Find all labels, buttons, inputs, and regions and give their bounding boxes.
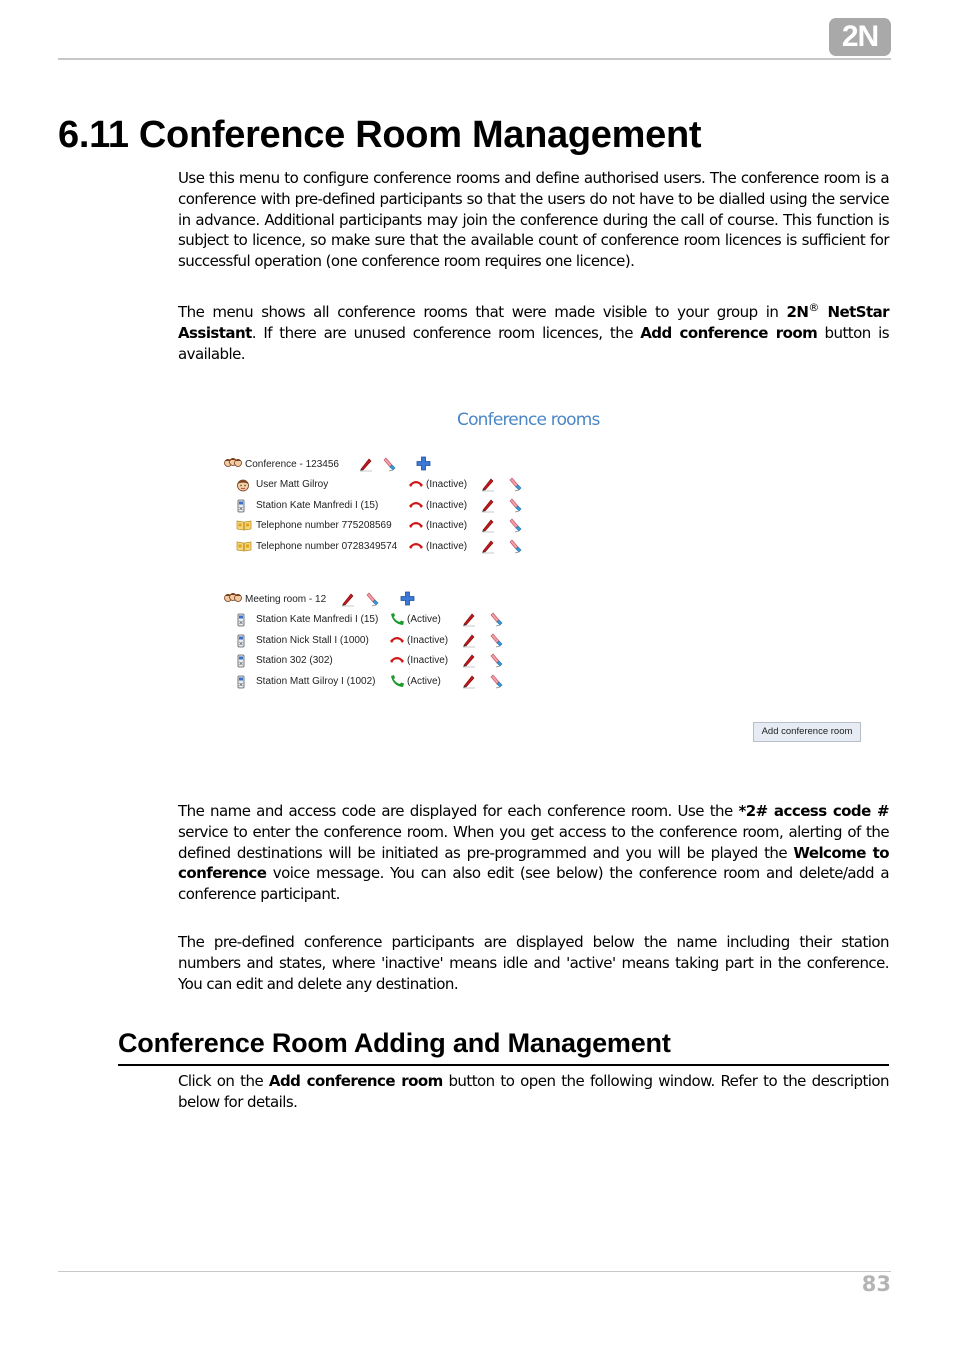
body-paragraph-1: The name and access code are displayed f… <box>178 801 890 905</box>
participant-row: Station 302 (302) (Inactive) <box>178 651 578 671</box>
delete-icon[interactable] <box>509 476 525 492</box>
delete-icon[interactable] <box>366 591 382 607</box>
group-icon <box>224 592 242 606</box>
text: voice message. You can also edit (see be… <box>178 864 890 904</box>
participant-label: Station Kate Manfredi I (15) <box>256 499 379 511</box>
add-participant-icon[interactable] <box>400 591 415 606</box>
participant-label: Station Nick Stall I (1000) <box>256 634 369 646</box>
delete-icon[interactable] <box>509 538 525 554</box>
button-reference: Add conference room <box>268 1072 443 1090</box>
delete-icon[interactable] <box>490 673 506 689</box>
edit-icon[interactable] <box>461 611 477 627</box>
text: . If there are unused conference room li… <box>251 323 641 342</box>
participant-label: Telephone number 0728349574 <box>256 541 398 553</box>
edit-icon[interactable] <box>461 652 477 668</box>
page-number: 83 <box>861 1272 891 1296</box>
group-icon <box>224 457 242 471</box>
page-title: 6.11 Conference Room Management <box>58 114 702 156</box>
participant-label: Station 302 (302) <box>256 655 333 667</box>
delete-icon[interactable] <box>490 611 506 627</box>
text: Click on the <box>178 1072 269 1090</box>
participant-row: Station Kate Manfredi I (15) (Active) <box>178 610 578 630</box>
text: The name and access code are displayed f… <box>178 802 739 820</box>
edit-icon[interactable] <box>480 517 496 533</box>
edit-icon[interactable] <box>461 632 477 648</box>
edit-icon[interactable] <box>340 591 356 607</box>
participant-state: (Active) <box>407 614 441 625</box>
participant-row: User Matt Gilroy (Inactive) <box>178 475 578 495</box>
participant-state: (Inactive) <box>407 655 449 667</box>
phone-hangup-icon <box>389 635 405 645</box>
participant-label: Station Kate Manfredi I (15) <box>256 614 379 625</box>
section-paragraph: Click on the Add conference room button … <box>178 1071 890 1113</box>
section-heading-rule <box>118 1064 889 1066</box>
access-code-service: *2# access code # <box>738 802 889 820</box>
user-icon <box>236 478 250 492</box>
participant-label: Station Matt Gilroy I (1002) <box>256 676 376 688</box>
phone-hangup-icon <box>389 655 405 665</box>
phone-active-icon <box>389 612 405 626</box>
delete-icon[interactable] <box>509 517 525 533</box>
conference-room-name[interactable]: Conference - 123456 <box>245 455 339 475</box>
station-icon <box>236 499 246 513</box>
intro-paragraph-2: The menu shows all conference rooms that… <box>178 301 890 364</box>
station-icon <box>236 613 246 627</box>
participant-row: Station Kate Manfredi I (15) (Inactive) <box>178 496 578 516</box>
phone-hangup-icon <box>408 479 424 489</box>
phone-active-icon <box>389 674 405 688</box>
footer-divider <box>58 1271 891 1272</box>
header-divider <box>58 58 891 60</box>
delete-icon[interactable] <box>490 632 506 648</box>
delete-icon[interactable] <box>383 456 399 472</box>
edit-icon[interactable] <box>480 476 496 492</box>
conference-rooms-title: Conference rooms <box>457 410 600 430</box>
participant-row: Telephone number 775208569 (Inactive) <box>178 516 578 536</box>
text: service to enter the conference room. Wh… <box>178 822 890 862</box>
add-conference-room-button[interactable]: Add conference room <box>753 722 861 742</box>
intro-paragraph-1: Use this menu to configure conference ro… <box>178 169 890 271</box>
phone-hangup-icon <box>408 520 424 530</box>
section-heading: Conference Room Adding and Management <box>118 1028 671 1058</box>
participant-state: (Inactive) <box>426 499 468 511</box>
participant-label: Telephone number 775208569 <box>256 520 392 532</box>
body-paragraph-2: The pre-defined conference participants … <box>178 933 890 993</box>
conference-room-header: Meeting room - 12 <box>178 590 578 610</box>
brand-name: 2N <box>786 303 809 321</box>
edit-icon[interactable] <box>480 538 496 554</box>
delete-icon[interactable] <box>509 497 525 513</box>
station-icon <box>236 654 246 668</box>
participant-row: Station Matt Gilroy I (1002) (Active) <box>178 672 578 692</box>
conference-room-header: Conference - 123456 <box>178 455 578 475</box>
edit-icon[interactable] <box>358 456 374 472</box>
phone-hangup-icon <box>408 541 424 551</box>
participant-row: Station Nick Stall I (1000) (Inactive) <box>178 631 578 651</box>
text: The menu shows all conference rooms that… <box>178 303 787 321</box>
conference-rooms-screenshot: Conference rooms Conference - 123456 User… <box>178 395 889 765</box>
participant-state: (Active) <box>407 676 441 688</box>
participant-state: (Inactive) <box>407 634 449 646</box>
phonebook-icon <box>236 519 252 531</box>
brand-logo: 2N <box>829 18 891 56</box>
participant-label: User Matt Gilroy <box>256 479 329 490</box>
participant-state: (Inactive) <box>426 520 468 532</box>
edit-icon[interactable] <box>480 497 496 513</box>
phone-hangup-icon <box>408 500 424 510</box>
conference-room-name[interactable]: Meeting room - 12 <box>245 590 326 610</box>
participant-row: Telephone number 0728349574 (Inactive) <box>178 537 578 557</box>
participant-state: (Inactive) <box>426 479 468 490</box>
participant-state: (Inactive) <box>426 541 468 553</box>
registered-mark: ® <box>808 301 819 314</box>
station-icon <box>236 634 246 648</box>
phonebook-icon <box>236 540 252 552</box>
button-reference: Add conference room <box>640 323 818 342</box>
edit-icon[interactable] <box>461 673 477 689</box>
station-icon <box>236 675 246 689</box>
delete-icon[interactable] <box>490 652 506 668</box>
add-participant-icon[interactable] <box>416 456 431 471</box>
